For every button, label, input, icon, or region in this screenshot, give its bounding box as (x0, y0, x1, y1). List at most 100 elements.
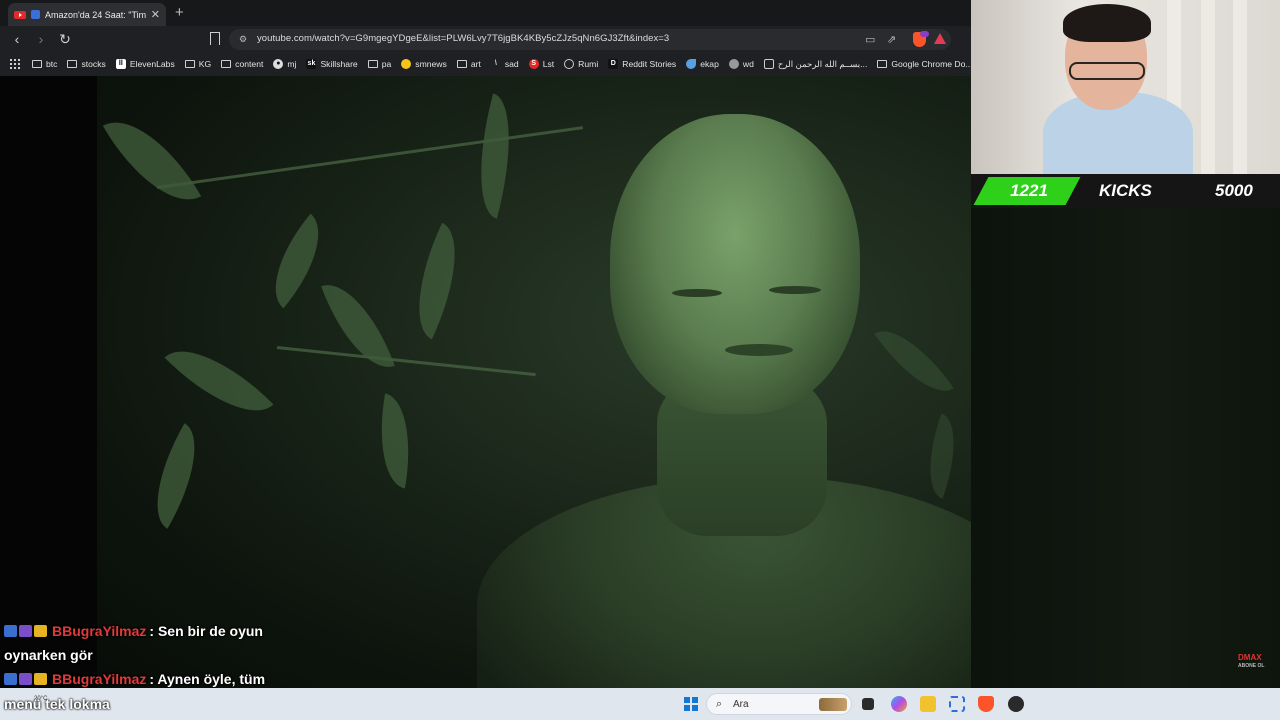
badge-icon (19, 625, 32, 637)
bookmark-btc[interactable]: btc (32, 59, 57, 69)
leaf (462, 93, 528, 219)
branch (276, 346, 536, 377)
github-icon: ● (273, 59, 284, 69)
tab-strip: Amazon'da 24 Saat: "Timsah / ✕ + (0, 0, 971, 26)
bookmark-art[interactable]: art (456, 59, 481, 69)
windows-start-icon[interactable] (684, 697, 698, 711)
leaf (164, 326, 274, 436)
bookmark-reddit-stories[interactable]: D Reddit Stories (608, 59, 676, 69)
leaf (395, 222, 479, 340)
youtube-icon (14, 10, 26, 19)
bookmark-content[interactable]: content (221, 59, 263, 69)
kicks-goal: 5000 (1215, 181, 1253, 200)
cast-icon[interactable]: ▭ (865, 33, 875, 46)
chat-overlay: BBugraYilmaz : Sen bir de oyun oynarken … (4, 619, 304, 691)
windows-taskbar: 20°C menü tek lokma ⌕ Ara (0, 688, 1280, 720)
reload-icon[interactable]: ↻ (58, 32, 72, 46)
wiki-icon (728, 59, 739, 69)
back-icon[interactable]: ‹ (10, 32, 24, 46)
elevenlabs-icon: ll (115, 59, 126, 69)
folder-icon (221, 60, 232, 68)
snipping-tool-icon[interactable] (949, 696, 965, 712)
streamer-hair (1063, 4, 1151, 42)
task-view-icon[interactable] (862, 698, 874, 710)
bird-icon (686, 59, 697, 69)
video-letterbox (0, 76, 97, 688)
bookmark-ekap[interactable]: ekap (686, 59, 719, 69)
bookmark-skillshare[interactable]: sk Skillshare (306, 59, 358, 69)
folder-icon (32, 60, 42, 68)
crown-icon (34, 625, 47, 637)
leaf (134, 423, 218, 529)
folder-icon (367, 60, 378, 68)
search-placeholder: Ara (733, 699, 749, 710)
leaf (102, 100, 202, 222)
bookmarks-bar: btc stocks ll ElevenLabs KG content ● mj s… (0, 52, 971, 76)
close-tab-icon[interactable]: ✕ (151, 8, 160, 21)
branch (156, 126, 584, 189)
d-icon: D (608, 59, 619, 69)
night-vision-scene (97, 76, 971, 688)
copilot-icon[interactable] (891, 696, 907, 712)
file-explorer-icon[interactable] (920, 696, 936, 712)
brave-browser-icon[interactable] (978, 696, 994, 712)
badge-icon (19, 673, 32, 685)
site-settings-icon[interactable]: ⚙ (239, 34, 247, 45)
tab-youtube[interactable]: Amazon'da 24 Saat: "Timsah / ✕ (8, 3, 166, 26)
bookmark-kg[interactable]: KG (184, 59, 211, 69)
video-right-area (971, 208, 1280, 688)
bookmark-pa[interactable]: pa (367, 59, 391, 69)
slash-icon: \ (494, 60, 497, 67)
tab-group-icon (31, 10, 40, 19)
bookmark-stocks[interactable]: stocks (67, 59, 106, 69)
kicks-goal-bar: 1221 KICKS 5000 (971, 174, 1280, 208)
url-text: youtube.com/watch?v=G9mgegYDgeE&list=PLW… (257, 33, 670, 44)
bookmark-elevenlabs[interactable]: ll ElevenLabs (115, 59, 175, 69)
right-eye (769, 286, 821, 294)
chat-message: BBugraYilmaz : Sen bir de oyun (4, 619, 304, 643)
badge-icon (4, 673, 17, 685)
chat-text: : Sen bir de oyun (149, 623, 263, 639)
glasses (1069, 62, 1145, 80)
mouth (725, 344, 793, 356)
bookmark-icon[interactable] (210, 32, 220, 45)
kicks-count: 1221 (1010, 181, 1048, 200)
emoji-icon (401, 59, 412, 69)
bookmark-google-chrome[interactable]: Google Chrome Do... (877, 59, 971, 69)
left-eye (672, 289, 722, 297)
obs-icon[interactable] (1008, 696, 1024, 712)
page-icon (763, 59, 774, 69)
toolbar: ‹ › ↻ ⚙ youtube.com/watch?v=G9mgegYDgeE&… (0, 26, 971, 52)
forward-icon[interactable]: › (34, 32, 48, 46)
folder-icon (67, 60, 78, 68)
chat-message-continuation: oynarken gör (4, 647, 93, 663)
crown-icon (34, 673, 47, 685)
folder-icon (456, 60, 467, 68)
bookmark-smnews[interactable]: smnews (401, 59, 447, 69)
bookmark-mj[interactable]: ● mj (273, 59, 296, 69)
tab-title: Amazon'da 24 Saat: "Timsah / (45, 9, 146, 20)
brave-rewards-icon[interactable] (934, 33, 946, 44)
video-player[interactable] (0, 76, 971, 688)
curtain (1233, 0, 1247, 174)
curtain (1201, 0, 1215, 174)
leaf (874, 314, 954, 408)
kicks-label: KICKS (1099, 181, 1152, 200)
bookmark-wd[interactable]: wd (728, 59, 754, 69)
dmax-logo: DMAX ABONE OL (1238, 653, 1265, 670)
skillshare-icon: sk (306, 59, 317, 69)
person-head (610, 114, 860, 414)
bookmark-sad[interactable]: \ sad (491, 59, 519, 69)
apps-grid-icon[interactable] (10, 59, 20, 69)
search-highlight-image (819, 698, 847, 711)
new-tab-button[interactable]: + (175, 4, 184, 21)
taskbar-search[interactable]: ⌕ Ara (706, 693, 852, 715)
bookmark-arabic[interactable]: بســم الله الرحمن الرح... (763, 59, 867, 70)
badge-icon (4, 625, 17, 637)
s-icon: S (528, 59, 539, 69)
leaf (914, 413, 970, 499)
bookmark-lst[interactable]: S Lst (528, 59, 554, 69)
share-icon[interactable]: ⇗ (887, 33, 896, 46)
address-bar[interactable]: ⚙ youtube.com/watch?v=G9mgegYDgeE&list=P… (229, 29, 951, 50)
bookmark-rumi[interactable]: Rumi (564, 59, 598, 69)
